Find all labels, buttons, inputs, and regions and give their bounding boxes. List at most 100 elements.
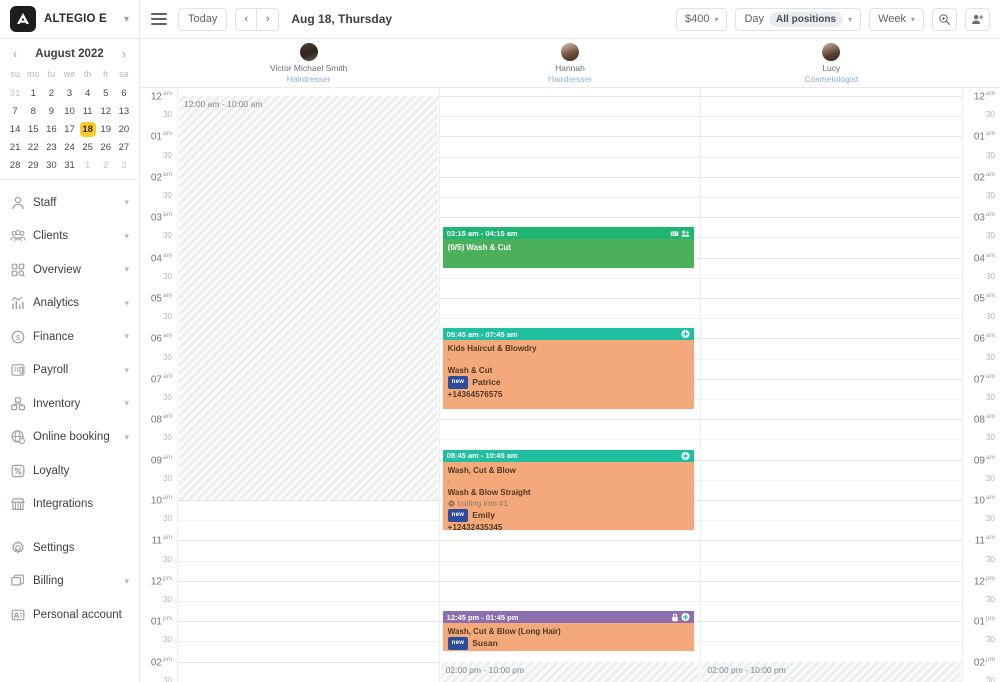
mini-calendar-day[interactable]: 24 bbox=[60, 140, 78, 155]
sidebar-item-inventory[interactable]: Inventory ▾ bbox=[0, 387, 139, 421]
chevron-down-icon[interactable]: ▾ bbox=[124, 576, 129, 587]
sidebar-item-staff[interactable]: Staff ▾ bbox=[0, 186, 139, 220]
mini-calendar-day[interactable]: 17 bbox=[60, 122, 78, 137]
sidebar-item-integrations[interactable]: Integrations bbox=[0, 488, 139, 522]
appointment-time: 05:45 am - 07:45 am bbox=[446, 329, 518, 339]
mini-calendar-day[interactable]: 13 bbox=[115, 104, 133, 119]
mini-calendar-day[interactable]: 15 bbox=[24, 122, 42, 137]
amount-select[interactable]: $400 ▾ bbox=[675, 7, 728, 31]
lock-icon[interactable] bbox=[670, 613, 679, 622]
brand-header[interactable]: ALTEGIO E ▾ bbox=[0, 0, 139, 39]
mini-calendar-day[interactable]: 30 bbox=[42, 158, 60, 173]
mini-calendar-day[interactable]: 25 bbox=[79, 140, 97, 155]
mini-calendar-day[interactable]: 1 bbox=[24, 86, 42, 101]
staff-column-header[interactable]: Hannah Hairdresser bbox=[439, 39, 700, 87]
staff-column-header[interactable]: Victor Michael Smith Hairdresser bbox=[178, 39, 439, 87]
mini-calendar-day[interactable]: 31 bbox=[6, 86, 24, 101]
mini-calendar-day[interactable]: 6 bbox=[115, 86, 133, 101]
sidebar-item-payroll[interactable]: Payroll ▾ bbox=[0, 354, 139, 388]
appointment-block[interactable]: 08:45 am - 10:45 am Wash, Cut & Blow - Wash… bbox=[442, 449, 695, 531]
chevron-down-icon[interactable]: ▾ bbox=[124, 298, 129, 309]
prev-day-button[interactable]: ‹ bbox=[235, 7, 258, 31]
mini-calendar-day[interactable]: 20 bbox=[115, 122, 133, 137]
mini-calendar-day[interactable]: 11 bbox=[79, 104, 97, 119]
chevron-down-icon[interactable]: ▾ bbox=[124, 197, 129, 208]
staff-column-header[interactable]: Lucy Cosmetologist bbox=[701, 39, 962, 87]
mini-calendar-day[interactable]: 12 bbox=[97, 104, 115, 119]
mini-calendar-day[interactable]: 28 bbox=[6, 158, 24, 173]
calendar-column[interactable]: 02:00 pm - 10:00 pm 03:15 am - 04:15 am (0… bbox=[439, 88, 702, 682]
appointment-block[interactable]: 05:45 am - 07:45 am Kids Haircut & Blowdr… bbox=[442, 328, 695, 410]
chevron-down-icon[interactable]: ▾ bbox=[124, 231, 129, 242]
mini-calendar-prev-icon[interactable]: ‹ bbox=[10, 47, 20, 61]
mini-calendar-day[interactable]: 9 bbox=[42, 104, 60, 119]
mini-calendar-day[interactable]: 3 bbox=[115, 158, 133, 173]
blocked-time-range[interactable]: 12:00 am - 10:00 am bbox=[179, 96, 438, 500]
appointment-block[interactable]: 03:15 am - 04:15 am (0/5) Wash & Cut bbox=[442, 227, 695, 268]
time-label-half: 30 bbox=[163, 473, 172, 483]
mini-calendar-day[interactable]: 19 bbox=[97, 122, 115, 137]
mini-calendar-day[interactable]: 3 bbox=[60, 86, 78, 101]
mini-calendar-day[interactable]: 1 bbox=[79, 158, 97, 173]
add-circle-icon[interactable] bbox=[681, 451, 690, 460]
blocked-time-range[interactable]: 02:00 pm - 10:00 pm bbox=[440, 661, 700, 682]
mini-calendar-day[interactable]: 27 bbox=[115, 140, 133, 155]
mini-calendar-day[interactable]: 22 bbox=[24, 140, 42, 155]
time-label-hour: 01am bbox=[973, 130, 995, 143]
add-circle-icon[interactable] bbox=[681, 330, 690, 339]
sidebar-item-clients[interactable]: Clients ▾ bbox=[0, 220, 139, 254]
sidebar-item-analytics[interactable]: Analytics ▾ bbox=[0, 287, 139, 321]
chevron-down-icon[interactable]: ▾ bbox=[124, 398, 129, 409]
sidebar-item-online-booking[interactable]: Online booking ▾ bbox=[0, 421, 139, 455]
mini-calendar-day[interactable]: 2 bbox=[97, 158, 115, 173]
sidebar-item-overview[interactable]: Overview ▾ bbox=[0, 253, 139, 287]
range-select[interactable]: Week ▾ bbox=[869, 7, 924, 31]
mini-calendar-day[interactable]: 16 bbox=[42, 122, 60, 137]
users-plus-icon[interactable] bbox=[681, 229, 690, 238]
calendar-column[interactable]: 02:00 pm - 10:00 pm bbox=[701, 88, 963, 682]
inventory-icon bbox=[10, 396, 26, 412]
hamburger-icon[interactable] bbox=[148, 8, 170, 30]
mini-calendar-day-selected[interactable]: 18 bbox=[79, 122, 96, 137]
gear-icon bbox=[10, 540, 26, 556]
mini-calendar-day[interactable]: 7 bbox=[6, 104, 24, 119]
chevron-down-icon[interactable]: ▾ bbox=[124, 365, 129, 376]
mini-calendar-next-icon[interactable]: › bbox=[119, 47, 129, 61]
sidebar-item-billing[interactable]: Billing ▾ bbox=[0, 565, 139, 599]
add-circle-icon[interactable] bbox=[681, 613, 690, 622]
toolbar: Today ‹ › Aug 18, Thursday $400 ▾ Day Al… bbox=[140, 0, 1000, 39]
chevron-down-icon[interactable]: ▾ bbox=[124, 14, 129, 25]
blocked-time-range[interactable]: 02:00 pm - 10:00 pm bbox=[702, 661, 962, 682]
appointment-block[interactable]: 12:45 pm - 01:45 pm Wash, Cut & Blow (Lon… bbox=[442, 611, 695, 652]
mini-calendar-day[interactable]: 5 bbox=[97, 86, 115, 101]
search-zoom-icon[interactable] bbox=[932, 7, 957, 31]
calendar-column[interactable]: 12:00 am - 10:00 am bbox=[178, 88, 440, 682]
chevron-down-icon[interactable]: ▾ bbox=[124, 331, 129, 342]
chevron-down-icon[interactable]: ▾ bbox=[124, 264, 129, 275]
today-button[interactable]: Today bbox=[178, 7, 228, 31]
mini-calendar-day[interactable]: 31 bbox=[60, 158, 78, 173]
time-label-hour: 06am bbox=[973, 332, 995, 345]
mini-calendar-day[interactable]: 26 bbox=[97, 140, 115, 155]
sidebar-item-loyalty[interactable]: Loyalty bbox=[0, 454, 139, 488]
next-day-button[interactable]: › bbox=[257, 7, 280, 31]
chevron-down-icon[interactable]: ▾ bbox=[124, 432, 129, 443]
mini-calendar-day[interactable]: 2 bbox=[42, 86, 60, 101]
calendar-gridline bbox=[701, 621, 963, 623]
sidebar-item-settings[interactable]: Settings bbox=[0, 531, 139, 565]
add-user-icon[interactable] bbox=[965, 7, 990, 31]
mini-calendar-day[interactable]: 21 bbox=[6, 140, 24, 155]
mini-calendar: ‹ August 2022 › su mo tu we th fr sa 31 1 2 3 4 5 6 7 8… bbox=[0, 39, 139, 180]
sidebar-item-finance[interactable]: $ Finance ▾ bbox=[0, 320, 139, 354]
mini-calendar-day[interactable]: 4 bbox=[79, 86, 97, 101]
group-icon[interactable] bbox=[670, 229, 679, 238]
mini-calendar-day[interactable]: 8 bbox=[24, 104, 42, 119]
mini-calendar-day[interactable]: 23 bbox=[42, 140, 60, 155]
appointment-body: Wash, Cut & Blow - Wash & Blow Straight cur… bbox=[443, 462, 695, 530]
time-label-half: 30 bbox=[986, 312, 995, 322]
mini-calendar-day[interactable]: 14 bbox=[6, 122, 24, 137]
positions-select[interactable]: Day All positions ▾ bbox=[735, 7, 862, 31]
mini-calendar-day[interactable]: 29 bbox=[24, 158, 42, 173]
sidebar-item-personal-account[interactable]: Personal account bbox=[0, 598, 139, 632]
mini-calendar-day[interactable]: 10 bbox=[60, 104, 78, 119]
